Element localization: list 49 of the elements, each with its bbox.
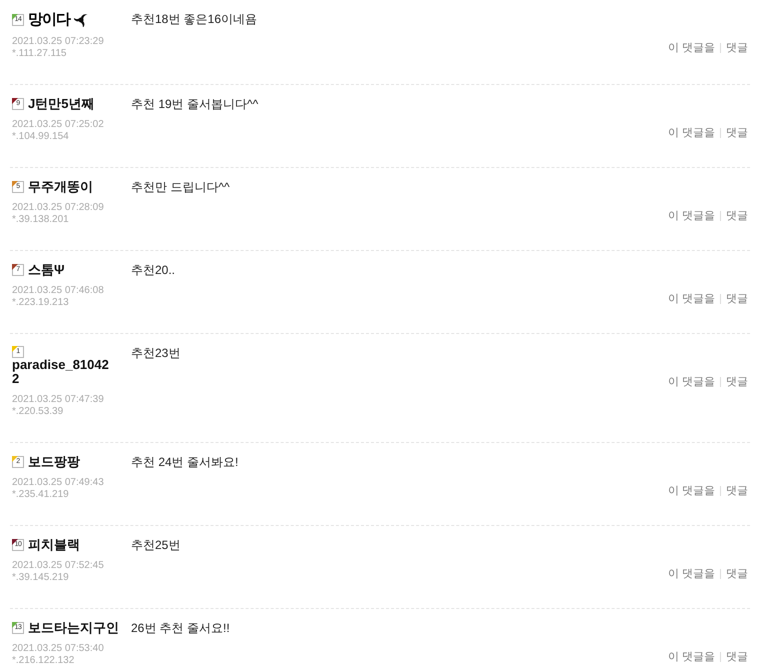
comment-date: 2021.03.25 07:25:02 — [12, 119, 105, 131]
reply-link[interactable]: 댓글 — [726, 292, 748, 306]
comment-date: 2021.03.25 07:47:39 — [12, 394, 105, 406]
comment-text: 추천 24번 줄서봐요! — [131, 455, 240, 469]
comment-date: 2021.03.25 07:23:29 — [12, 36, 105, 48]
nickname[interactable]: 피치블랙 — [28, 538, 80, 552]
comment-option-link[interactable]: 이 댓글을 — [668, 567, 715, 581]
reply-link[interactable]: 댓글 — [726, 567, 748, 581]
nickname[interactable]: 보드타는지구인 — [28, 621, 119, 635]
nickname[interactable]: 보드팡팡 — [28, 455, 80, 469]
ip-address: *.104.99.154 — [12, 131, 70, 143]
swirl-icon — [74, 13, 88, 27]
comment-date: 2021.03.25 07:52:45 — [12, 560, 105, 572]
comment-text: 추천20.. — [131, 263, 176, 277]
comment-date: 2021.03.25 07:46:08 — [12, 285, 105, 297]
reply-link[interactable]: 댓글 — [726, 126, 748, 140]
nickname[interactable]: paradise_810422 — [12, 358, 112, 386]
comment-option-link[interactable]: 이 댓글을 — [668, 209, 715, 223]
ip-address: *.111.27.115 — [12, 48, 68, 60]
ip-address: *.39.145.219 — [12, 572, 70, 584]
comment-option-link[interactable]: 이 댓글을 — [668, 650, 715, 664]
ip-address: *.216.122.132 — [12, 655, 76, 667]
comment-option-link[interactable]: 이 댓글을 — [668, 375, 715, 389]
reply-link[interactable]: 댓글 — [726, 484, 748, 498]
nickname[interactable]: 스톰Ψ — [28, 263, 65, 277]
reply-link[interactable]: 댓글 — [726, 209, 748, 223]
comment-text: 추천 19번 줄서봅니다^^ — [131, 97, 260, 111]
nickname[interactable]: J턴만5년째 — [28, 97, 94, 111]
comment-option-link[interactable]: 이 댓글을 — [668, 292, 715, 306]
comment-text: 26번 추천 줄서요!! — [131, 621, 231, 635]
reply-link[interactable]: 댓글 — [726, 41, 748, 55]
comment-text: 추천만 드립니다^^ — [131, 180, 231, 194]
comment-date: 2021.03.25 07:28:09 — [12, 202, 105, 214]
comment-date: 2021.03.25 07:53:40 — [12, 643, 105, 655]
nickname[interactable]: 무주개똥이 — [28, 180, 93, 194]
ip-address: *.220.53.39 — [12, 406, 64, 418]
comment-option-link[interactable]: 이 댓글을 — [668, 484, 715, 498]
comment-text: 추천18번 좋은16이네욤 — [131, 12, 258, 26]
comment-text: 추천25번 — [131, 538, 182, 552]
ip-address: *.223.19.213 — [12, 297, 70, 309]
comment-date: 2021.03.25 07:49:43 — [12, 477, 105, 489]
comment-option-link[interactable]: 이 댓글을 — [668, 126, 715, 140]
ip-address: *.235.41.219 — [12, 489, 70, 501]
reply-link[interactable]: 댓글 — [726, 650, 748, 664]
comment-text: 추천23번 — [131, 346, 182, 360]
reply-link[interactable]: 댓글 — [726, 375, 748, 389]
comment-option-link[interactable]: 이 댓글을 — [668, 41, 715, 55]
nickname[interactable]: 망이다 — [28, 12, 70, 28]
ip-address: *.39.138.201 — [12, 214, 70, 226]
